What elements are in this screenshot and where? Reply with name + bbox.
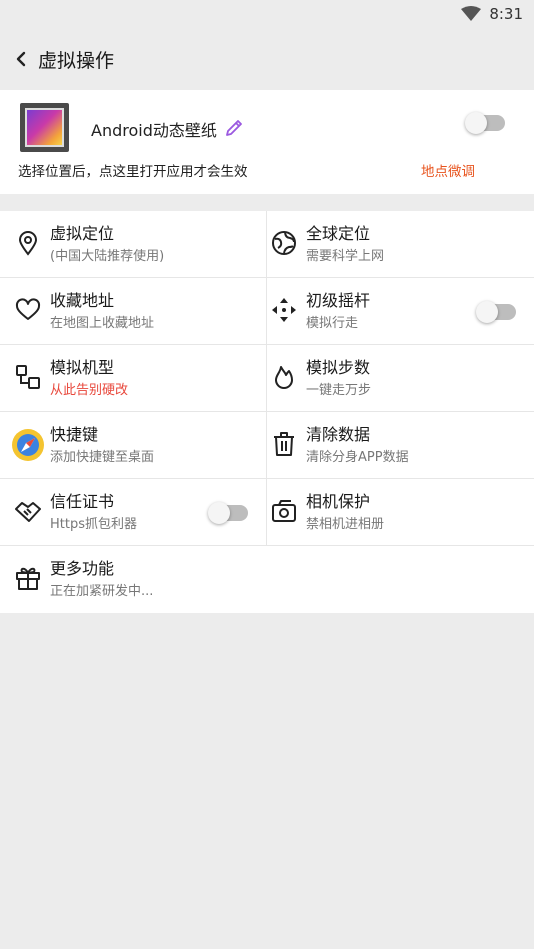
- feature-virtual-location[interactable]: 虚拟定位 (中国大陆推荐使用): [0, 211, 267, 277]
- shortcut-compass-icon: [11, 428, 45, 462]
- feature-joystick[interactable]: 初级摇杆 模拟行走: [267, 278, 534, 344]
- feature-subtitle: (中国大陆推荐使用): [50, 249, 165, 264]
- wallpaper-hint[interactable]: 选择位置后，点这里打开应用才会生效: [18, 160, 248, 180]
- handshake-icon: [14, 497, 42, 525]
- wallpaper-image-icon: [20, 103, 69, 152]
- feature-title: 全球定位: [306, 224, 371, 243]
- feature-more[interactable]: 更多功能正在加紧研发中...: [0, 546, 534, 613]
- camera-icon: [270, 497, 298, 525]
- feature-device-model[interactable]: 模拟机型从此告别硬改: [0, 345, 267, 411]
- feature-title: 更多功能: [50, 559, 115, 578]
- wifi-icon: [461, 6, 482, 22]
- feature-subtitle: 需要科学上网: [306, 249, 385, 264]
- feature-favorite-address[interactable]: 收藏地址在地图上收藏地址: [0, 278, 267, 344]
- feature-title: 相机保护: [306, 492, 371, 511]
- status-time: 8:31: [489, 5, 523, 23]
- location-pin-icon: [14, 229, 42, 257]
- feature-title: 清除数据: [306, 425, 371, 444]
- back-arrow-icon[interactable]: [16, 50, 30, 68]
- certificate-toggle[interactable]: [208, 502, 248, 524]
- feature-title: 初级摇杆: [306, 291, 371, 310]
- trash-icon: [270, 430, 298, 458]
- feature-title: 快捷键: [50, 425, 99, 444]
- joystick-toggle[interactable]: [476, 301, 516, 323]
- feature-subtitle: 从此告别硬改: [50, 383, 129, 398]
- feature-subtitle: 清除分身APP数据: [306, 450, 409, 465]
- feature-title: 虚拟定位: [50, 224, 115, 243]
- joystick-arrows-icon: [270, 296, 298, 324]
- status-bar: 8:31: [0, 0, 534, 28]
- feature-title: 收藏地址: [50, 291, 115, 310]
- feature-subtitle: 在地图上收藏地址: [50, 316, 155, 331]
- feature-subtitle: 模拟行走: [306, 316, 359, 331]
- page-title: 虚拟操作: [38, 49, 115, 72]
- gift-icon: [14, 564, 42, 592]
- feature-subtitle: 一键走万步: [306, 383, 372, 398]
- feature-clear-data[interactable]: 清除数据清除分身APP数据: [267, 412, 534, 478]
- heart-icon: [14, 296, 42, 324]
- feature-grid: 虚拟定位 (中国大陆推荐使用) 全球定位需要科学上网 收藏地址在地图上收藏地址 初…: [0, 211, 534, 613]
- feature-subtitle: 禁相机进相册: [306, 517, 385, 532]
- feature-global-location[interactable]: 全球定位需要科学上网: [267, 211, 534, 277]
- flame-icon: [270, 363, 298, 391]
- feature-title: 信任证书: [50, 492, 115, 511]
- feature-subtitle: 正在加紧研发中...: [50, 584, 154, 599]
- feature-subtitle: Https抓包利器: [50, 517, 137, 532]
- app-bar: 虚拟操作: [0, 28, 534, 90]
- feature-step-count[interactable]: 模拟步数 一键走万步: [267, 345, 534, 411]
- feature-subtitle: 添加快捷键至桌面: [50, 450, 155, 465]
- location-adjust-link[interactable]: 地点微调: [421, 160, 475, 180]
- wallpaper-title: Android动态壁纸: [91, 121, 217, 140]
- feature-camera-protect[interactable]: 相机保护禁相机进相册: [267, 479, 534, 545]
- wallpaper-toggle[interactable]: [465, 112, 505, 134]
- pencil-edit-icon[interactable]: [224, 118, 244, 142]
- feature-title: 模拟机型: [50, 358, 115, 377]
- globe-icon: [270, 229, 298, 257]
- device-model-icon: [14, 363, 42, 391]
- wallpaper-card[interactable]: Android动态壁纸 选择位置后，点这里打开应用才会生效 地点微调: [0, 90, 534, 194]
- feature-title: 模拟步数: [306, 358, 371, 377]
- feature-shortcut[interactable]: 快捷键添加快捷键至桌面: [0, 412, 267, 478]
- feature-trust-certificate[interactable]: 信任证书 Https抓包利器: [0, 479, 267, 545]
